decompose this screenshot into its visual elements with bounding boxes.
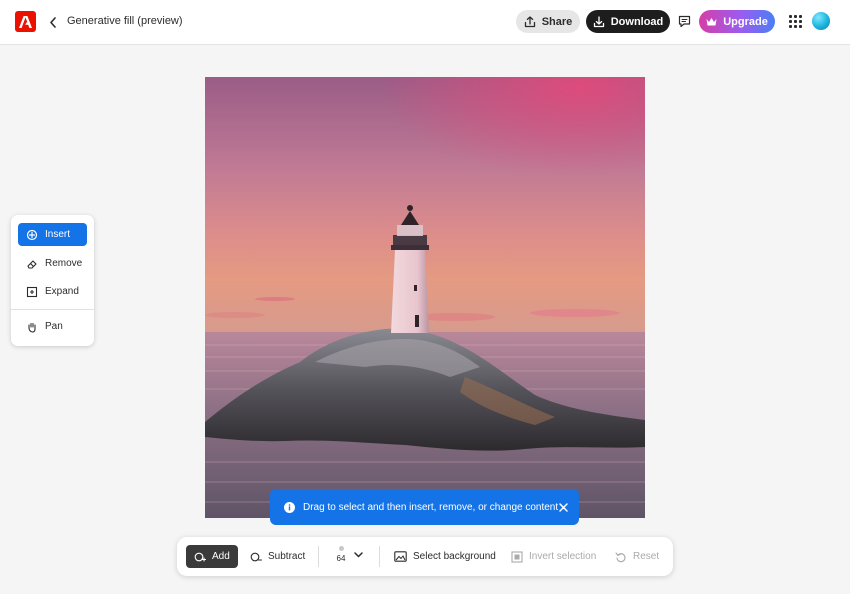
page-title: Generative fill (preview) (67, 15, 183, 27)
close-icon (558, 502, 568, 512)
share-label: Share (541, 15, 573, 28)
hand-icon (26, 321, 38, 333)
select-background-label: Select background (413, 551, 496, 562)
adobe-logo[interactable] (15, 11, 36, 32)
comment-icon (678, 15, 691, 27)
hint-toast: Drag to select and then insert, remove, … (270, 489, 579, 525)
brush-size-control[interactable]: 64 (333, 546, 349, 563)
image-canvas[interactable] (205, 77, 645, 518)
tool-pan[interactable]: Pan (18, 315, 87, 338)
tool-remove[interactable]: Remove (18, 252, 87, 275)
share-icon (524, 15, 535, 27)
app-header: Generative fill (preview) Share Download… (0, 0, 850, 45)
upgrade-label: Upgrade (723, 15, 768, 28)
subtract-brush-icon (250, 552, 262, 561)
selection-toolbar: Add Subtract 64 Select background Invert… (177, 537, 673, 576)
avatar[interactable] (812, 12, 830, 30)
back-button[interactable] (46, 12, 60, 32)
reset-icon (615, 551, 626, 562)
invert-selection-label: Invert selection (529, 551, 597, 562)
tool-pan-label: Pan (45, 321, 63, 332)
tool-expand-label: Expand (45, 286, 79, 297)
tool-remove-label: Remove (45, 258, 83, 269)
adobe-logo-icon (19, 15, 32, 28)
download-label: Download (610, 15, 664, 28)
subtract-button[interactable]: Subtract (250, 545, 305, 568)
toast-message: Drag to select and then insert, remove, … (303, 501, 559, 513)
lighthouse-image (205, 77, 645, 518)
comment-button[interactable] (677, 13, 692, 29)
toolbar-divider (379, 546, 380, 567)
reset-label: Reset (633, 551, 660, 562)
brush-size-dropdown[interactable] (353, 550, 363, 560)
share-button[interactable]: Share (516, 10, 580, 33)
chevron-down-icon (353, 552, 363, 558)
toolbar-divider (318, 546, 319, 567)
tool-expand[interactable]: Expand (18, 280, 87, 303)
invert-selection-button[interactable]: Invert selection (511, 545, 596, 568)
add-label: Add (212, 551, 230, 562)
insert-icon (26, 229, 38, 241)
tools-divider (11, 309, 94, 310)
add-brush-icon (194, 552, 206, 562)
crown-icon (706, 18, 717, 26)
info-icon (284, 501, 295, 513)
brush-size-dot (338, 546, 344, 551)
upgrade-button[interactable]: Upgrade (699, 10, 775, 33)
remove-icon (26, 258, 38, 270)
brush-size-value: 64 (336, 554, 346, 563)
download-icon (593, 15, 604, 27)
tools-panel: Insert Remove Expand Pan (11, 215, 94, 346)
select-background-button[interactable]: Select background (394, 545, 496, 568)
tool-insert[interactable]: Insert (18, 223, 87, 246)
subtract-label: Subtract (268, 551, 306, 562)
download-button[interactable]: Download (586, 10, 670, 33)
invert-selection-icon (511, 550, 523, 563)
reset-button[interactable]: Reset (615, 545, 659, 568)
apps-grid-icon[interactable] (789, 15, 802, 28)
tool-insert-label: Insert (45, 229, 71, 240)
expand-icon (26, 286, 38, 298)
chevron-left-icon (50, 16, 56, 28)
close-toast-button[interactable] (557, 501, 569, 513)
add-button[interactable]: Add (186, 545, 238, 568)
image-icon (394, 551, 407, 562)
